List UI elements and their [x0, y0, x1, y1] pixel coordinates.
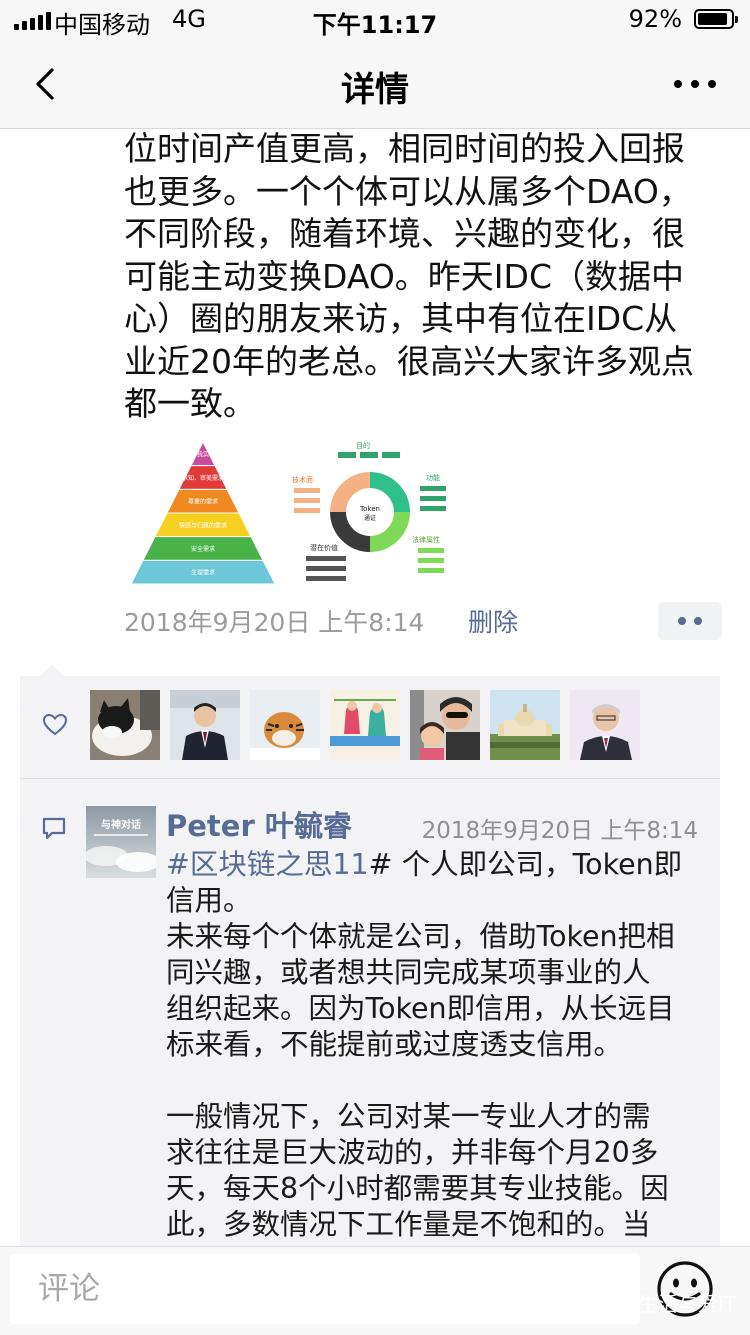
commenter-avatar-label: 与神对话 [101, 818, 141, 831]
delete-link[interactable]: 删除 [468, 603, 518, 639]
watermark-text: 乐生活与爱IT [618, 1292, 737, 1316]
comment-line: 一般情况下，公司对某一专业人才的需 [166, 1100, 651, 1133]
post-text-line: 心）圈的朋友来访，其中有位在IDC从 [124, 299, 678, 338]
pyramid-layer-label: 自我实现 [191, 450, 215, 458]
nav-bar: 详情 [0, 40, 750, 129]
post-text-line: 都一致。 [124, 384, 256, 423]
action-dots-icon[interactable] [658, 602, 722, 640]
token-label-value: 潜在价值 [310, 543, 338, 552]
family-avatar[interactable] [410, 690, 480, 760]
cat-avatar[interactable] [90, 690, 160, 760]
comment-line [166, 1063, 714, 1099]
commenter-avatar[interactable]: 与神对话 [86, 806, 156, 878]
post-timestamp: 2018年9月20日 上午8:14 [124, 608, 425, 637]
comment-line: 标来看，不能提前或过度透支信用。 [166, 1028, 623, 1061]
pyramid-layer-label: 情感与归属的需求 [179, 521, 227, 529]
token-label-function: 功能 [426, 473, 440, 482]
watermark: 乐生活与爱IT [590, 1288, 736, 1317]
comment-icon [42, 817, 66, 840]
battery-fill [698, 13, 727, 25]
elder-avatar[interactable] [570, 690, 640, 760]
comment-line: 天，每天8个小时都需要其专业技能。因 [166, 1172, 669, 1205]
pyramid-layer-label: 尊重的需求 [188, 498, 218, 506]
post-text-line: 位时间产值更高，相同时间的投入回报 [124, 129, 685, 168]
token-label-tech: 技术面 [292, 475, 313, 484]
post-text-line: 业近20年的老总。很高兴大家许多观点 [124, 341, 694, 381]
comment-text: #区块链之思11# 个人即公司，Token即 信用。 未来每个个体就是公司，借助T… [166, 847, 714, 1243]
token-center-sub: 通证 [364, 514, 376, 522]
heart-icon [42, 713, 68, 736]
comment-hashtag[interactable]: #区块链之思11 [166, 848, 369, 881]
panel-arrow [40, 664, 64, 676]
more-dots-icon[interactable] [674, 80, 716, 88]
post-text: 位时间产值更高，相同时间的投入回报 也更多。一个个体可以从属多个DAO， 不同阶段，… [124, 128, 724, 426]
comment-line: 未来每个个体就是公司，借助Token把相 [166, 920, 675, 953]
comment-first-line: #区块链之思11# 个人即公司，Token即 [166, 847, 714, 883]
commenter-name[interactable]: Peter 叶毓睿 [166, 803, 352, 845]
page-title: 详情 [341, 70, 409, 110]
comment-timestamp: 2018年9月20日 上午8:14 [421, 818, 698, 844]
pyramid-layer-label: 求知、审美需求 [182, 474, 224, 482]
post-text-line: 不同阶段，随着环境、兴趣的变化，很 [124, 214, 685, 253]
token-diagram-image[interactable]: Token 通证 目的 功能 技术面 法律属性 潜在价值 [290, 436, 450, 588]
comment-line: 信用。 [166, 884, 252, 917]
comment-body: 信用。 未来每个个体就是公司，借助Token把相 同兴趣，或者想共同完成某项事业的人… [166, 883, 714, 1243]
token-label-legal: 法律属性 [412, 535, 440, 544]
tiger-avatar[interactable] [250, 690, 320, 760]
drawing-avatar[interactable] [330, 690, 400, 760]
pyramid-layer-label: 生理需求 [191, 569, 215, 577]
pyramid-layer-label: 安全需求 [191, 545, 215, 553]
token-label-purpose: 目的 [356, 441, 370, 450]
battery-percent: 92% [628, 5, 682, 33]
post-text-line: 也更多。一个个体可以从属多个DAO， [124, 171, 692, 211]
battery-icon [694, 9, 738, 29]
post-text-line: 可能主动变换DAO。昨天IDC（数据中 [124, 256, 684, 296]
man-suit-avatar[interactable] [170, 690, 240, 760]
status-bar: 中国移动 4G 下午11:17 92% [0, 0, 750, 40]
wechat-icon [590, 1294, 612, 1311]
palace-avatar[interactable] [490, 690, 560, 760]
panel-divider [20, 778, 720, 779]
comment-input[interactable] [10, 1254, 640, 1324]
comment-line: 求往往是巨大波动的，并非每个月20多 [166, 1136, 659, 1169]
pyramid-image[interactable]: 自我实现求知、审美需求尊重的需求情感与归属的需求安全需求生理需求 [124, 438, 282, 588]
comment-line: 组织起来。因为Token即信用，从长远目 [166, 992, 675, 1025]
comment-line: 同兴趣，或者想共同完成某项事业的人 [166, 956, 651, 989]
comment-first-line-rest: # 个人即公司，Token即 [368, 848, 683, 881]
token-center-label: Token [359, 505, 380, 513]
comment-line: 此，多数情况下工作量是不饱和的。当 [166, 1208, 651, 1241]
